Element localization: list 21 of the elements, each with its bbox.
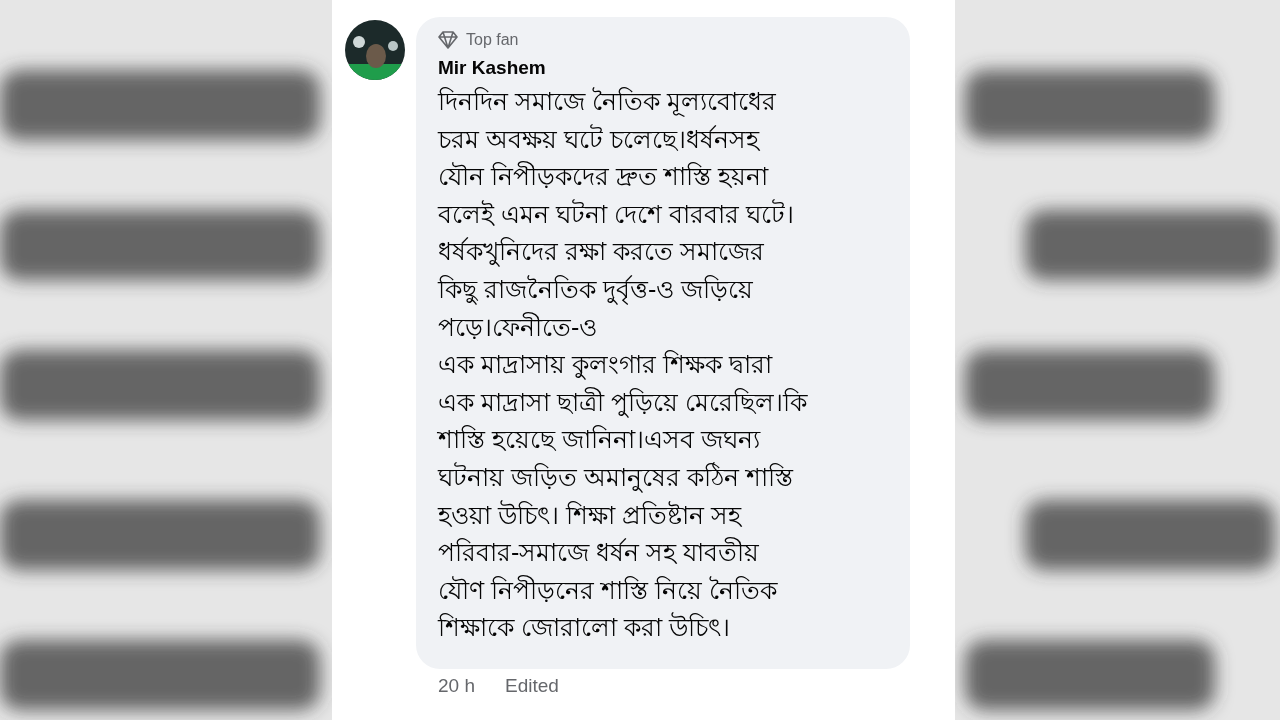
avatar[interactable]	[345, 20, 405, 80]
comment-text-line: চরম অবক্ষয় ঘটে চলেছে।ধর্ষনসহ	[438, 123, 761, 155]
comment-text-line: পরিবার-সমাজে ধর্ষন সহ যাবতীয়	[438, 536, 761, 569]
top-fan-label: Top fan	[466, 31, 519, 49]
comment-text-line: শাস্তি হয়েছে জানিনা।এসব জঘন্য	[438, 424, 762, 456]
author-name[interactable]: Mir Kashem	[438, 57, 900, 79]
comment-text-line: বলেই এমন ঘটনা দেশে বারবার ঘটে।	[438, 198, 795, 230]
comment-text-line: শিক্ষাকে জোরালো করা উচিৎ।	[438, 611, 731, 644]
comment-text-line: যৌণ নিপীড়নের শাস্তি নিয়ে নৈতিক	[438, 574, 779, 606]
comment-text-line: দিনদিন সমাজে নৈতিক মূল্যবোধের	[438, 86, 777, 119]
comment-text-line: কিছু রাজনৈতিক দুর্বৃত্ত-ও জড়িয়ে	[438, 273, 755, 307]
comment-text-line: এক মাদ্রাসা ছাত্রী পুড়িয়ে মেরেছিল।কি	[438, 386, 809, 420]
comment-text-line: হওয়া উচিৎ। শিক্ষা প্রতিষ্টান সহ	[438, 499, 743, 531]
comment-text-line: পড়ে।ফেনীতে-ও	[438, 311, 599, 343]
comment-text-line: যৌন নিপীড়কদের দ্রুত শাস্তি হয়না	[438, 160, 770, 193]
diamond-icon	[438, 31, 458, 49]
comment-text-line: ধর্ষকখুনিদের রক্ষা করতে সমাজের	[438, 236, 765, 269]
edited-label: Edited	[505, 674, 559, 697]
comment-text-line: এক মাদ্রাসায় কুলংগার শিক্ষক দ্বারা	[438, 349, 774, 382]
comment-text-line: ঘটনায় জড়িত অমানুষের কঠিন শাস্তি	[438, 461, 795, 495]
timestamp[interactable]: 20 h	[438, 674, 475, 697]
